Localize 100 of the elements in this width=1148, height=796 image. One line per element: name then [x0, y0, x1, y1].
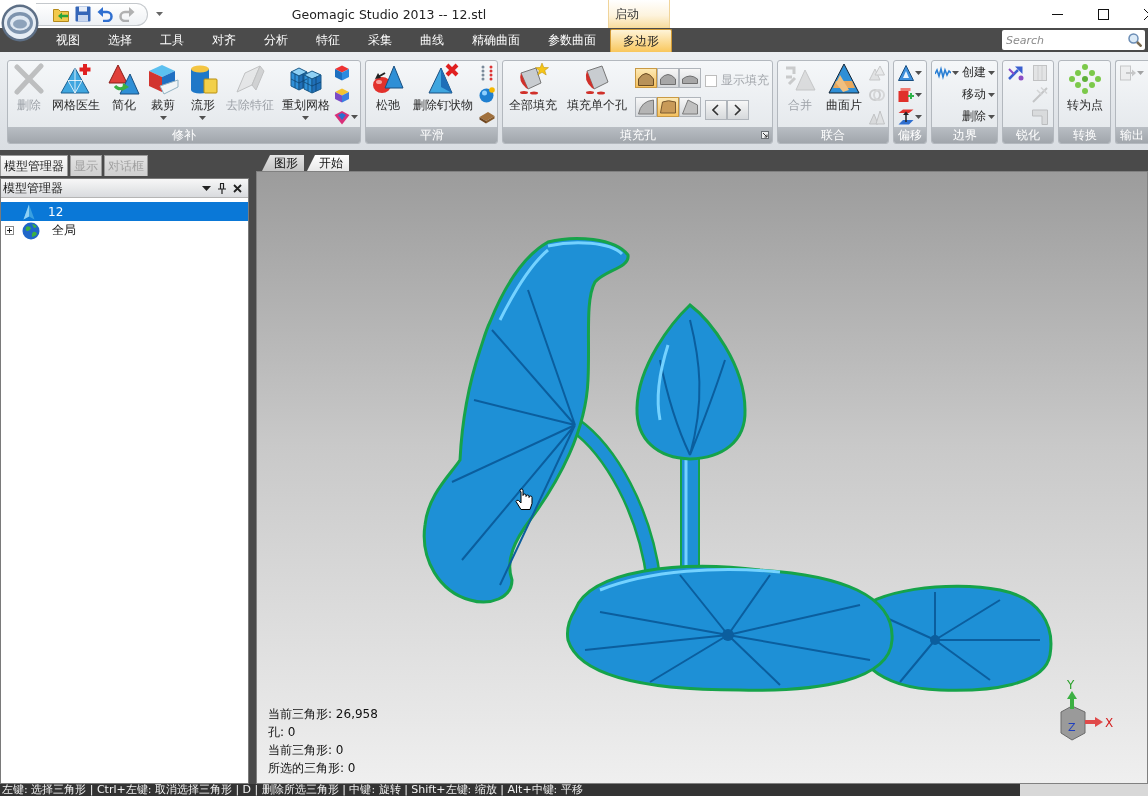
expand-icon[interactable]: [5, 226, 14, 235]
axis-triad-drawing: [1060, 691, 1103, 741]
dialog-launcher-icon[interactable]: [761, 131, 769, 139]
axis-label: X: [1105, 716, 1114, 730]
ribbon-tab[interactable]: 多边形: [610, 29, 672, 52]
ribbon-tab[interactable]: 参数曲面: [534, 28, 610, 52]
minimize-icon: [1051, 13, 1063, 15]
ribbon-button[interactable]: 全部填充: [506, 63, 561, 113]
sphere-icon: [478, 86, 495, 103]
dropdown-icon[interactable]: [202, 185, 211, 191]
ribbon-tab[interactable]: 精确曲面: [458, 28, 534, 52]
slope-patch-icon: [681, 99, 698, 115]
ribbon-tab[interactable]: 分析: [250, 28, 302, 52]
cube-icon: [334, 64, 351, 81]
toolbar-button[interactable]: [96, 5, 113, 23]
fill-mode-toggle[interactable]: [656, 68, 679, 88]
fill-mode-toggle[interactable]: [656, 97, 679, 117]
tree-item[interactable]: 12: [1, 202, 248, 221]
hand-cursor-icon: [515, 488, 533, 510]
group-label: 平滑: [419, 127, 444, 143]
ribbon-tab[interactable]: 采集: [354, 28, 406, 52]
triangles-arrow-icon: [107, 63, 140, 95]
chevron-right-icon: [734, 104, 742, 116]
group-label: 锐化: [1016, 127, 1040, 143]
ribbon-button[interactable]: 简化: [104, 63, 143, 113]
chevron-left-icon: [712, 104, 720, 116]
group-label: 输出: [1120, 127, 1144, 143]
group-label: 边界: [952, 127, 977, 143]
cube-plane-icon: [147, 63, 180, 95]
diamond-icon: [334, 108, 351, 125]
peaks-icon: [869, 108, 885, 125]
ribbon-tab[interactable]: 曲线: [406, 28, 458, 52]
menu-button[interactable]: 移动: [961, 86, 995, 103]
bucket-star-icon: [517, 63, 550, 95]
ribbon-button[interactable]: 删除钉状物: [409, 63, 476, 113]
group-label: 填充孔: [619, 127, 656, 143]
search-field[interactable]: Search: [1002, 30, 1145, 50]
ribbon-tab[interactable]: 视图: [42, 28, 94, 52]
colored-cube-icon: [334, 86, 351, 103]
ribbon-tab[interactable]: 工具: [146, 28, 198, 52]
fill-mode-toggle[interactable]: [634, 97, 657, 117]
ribbon-button[interactable]: 松弛: [368, 63, 407, 113]
curved-patch-icon: [637, 99, 654, 115]
maximize-icon: [1097, 8, 1109, 20]
tree-item[interactable]: 全局: [1, 221, 248, 240]
fill-mode-toggle[interactable]: [634, 68, 657, 88]
save-icon: [74, 6, 91, 22]
ribbon-tab[interactable]: 对齐: [198, 28, 250, 52]
globe-icon: [22, 221, 40, 240]
menu-button[interactable]: 删除: [961, 108, 995, 125]
ribbon-button[interactable]: 裁剪: [144, 63, 183, 120]
planes-arrow-icon: [898, 108, 914, 125]
ribbon-tab[interactable]: 选择: [94, 28, 146, 52]
rings-icon: [869, 86, 885, 103]
undo-icon: [96, 6, 113, 22]
fill-mode-toggle[interactable]: [678, 97, 701, 117]
fill-mode-toggle[interactable]: [678, 68, 701, 88]
box-plus-icon: [898, 86, 914, 103]
corner-icon: [1032, 108, 1048, 125]
stats-text: 孔: 0: [268, 724, 296, 741]
cone-icon: [22, 203, 36, 220]
flat-patch-icon: [659, 100, 676, 114]
cross-icon: [12, 63, 45, 95]
pyramid-cross-icon: [426, 63, 459, 95]
document-arrow-icon: [1120, 64, 1136, 81]
pin-icon[interactable]: [218, 182, 226, 194]
menu-button[interactable]: 创建: [961, 64, 995, 81]
previous-button[interactable]: [704, 100, 727, 120]
folded-sheet-icon: [234, 63, 267, 95]
panel-icon: [1032, 64, 1048, 81]
next-button[interactable]: [726, 100, 749, 120]
tool-button[interactable]: [1008, 64, 1024, 81]
toolbar-button[interactable]: [74, 5, 91, 23]
ribbon-button[interactable]: 网格医生: [49, 63, 104, 113]
document-tab[interactable]: 图形: [262, 155, 304, 171]
ribbon-button[interactable]: 转为点: [1063, 63, 1106, 113]
low-dome-icon: [681, 72, 698, 84]
ribbon-tab[interactable]: 特征: [302, 28, 354, 52]
group-label: 转换: [1072, 127, 1097, 143]
stats-text: 所选的三角形: 0: [268, 760, 356, 777]
axis-label: Z: [1068, 721, 1076, 734]
document-tab[interactable]: 开始: [307, 155, 349, 171]
ribbon-button[interactable]: 流形: [183, 63, 222, 120]
tool-button[interactable]: [334, 108, 359, 125]
ribbon-button[interactable]: 曲面片: [823, 63, 865, 113]
panel-tab[interactable]: 模型管理器: [0, 155, 68, 176]
ribbon-button[interactable]: 填充单个孔: [564, 63, 631, 113]
tool-button[interactable]: [898, 108, 922, 125]
tool-button[interactable]: [898, 64, 922, 81]
stats-text: 当前三角形: 26,958: [268, 706, 378, 723]
search-icon[interactable]: [1128, 33, 1142, 47]
dome-icon: [659, 71, 676, 85]
close-icon[interactable]: [233, 183, 242, 193]
ribbon-button[interactable]: 重划网格: [278, 63, 333, 120]
status-text: 左键: 选择三角形 | Ctrl+左键: 取消选择三角形 | D | 删除所选三角形 | 中键: 旋转 | Shift+左键: 缩放 | Alt+中键: 平移: [1, 784, 584, 796]
axis-label: Y: [1067, 678, 1075, 692]
tool-button[interactable]: [898, 86, 922, 103]
group-label: 修补: [172, 127, 196, 143]
triangles-icon: [869, 64, 885, 81]
folder-arrow-icon: [52, 6, 69, 22]
